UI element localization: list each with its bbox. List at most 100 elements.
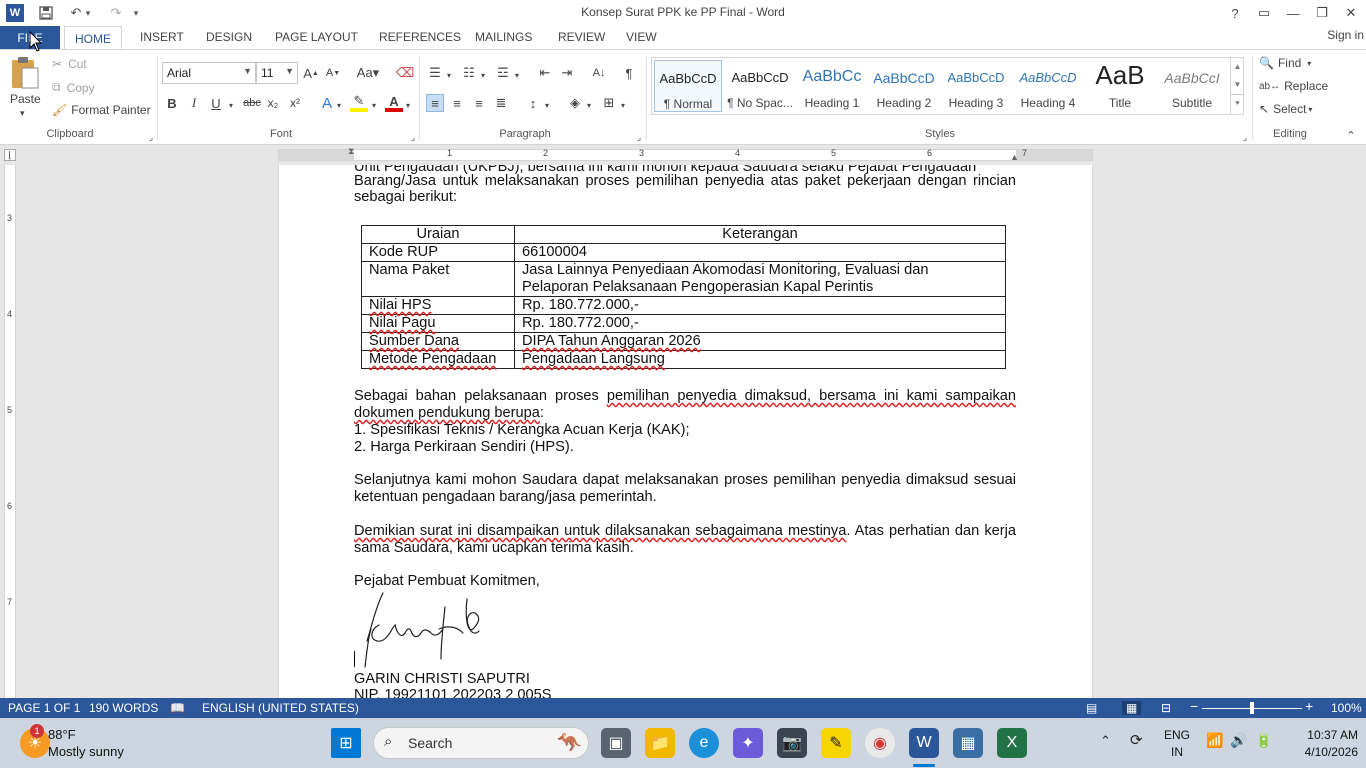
vertical-ruler[interactable]: 3 4 5 6 7 bbox=[0, 165, 18, 698]
tab-page-layout[interactable]: PAGE LAYOUT bbox=[275, 30, 358, 44]
start-windows-icon[interactable]: ⊞ bbox=[331, 728, 361, 758]
shading-icon[interactable]: ◈ bbox=[566, 94, 584, 112]
table-cell[interactable]: Rp. 180.772.000,- bbox=[514, 314, 1006, 333]
close-button[interactable]: ✕ bbox=[1336, 0, 1366, 26]
proofing-icon[interactable]: 📖 bbox=[170, 701, 185, 715]
table-cell[interactable]: DIPA Tahun Anggaran 2026 bbox=[514, 332, 1006, 351]
task-view-icon[interactable]: ▣ bbox=[601, 728, 631, 758]
align-center-icon[interactable]: ≡ bbox=[448, 94, 466, 112]
print-layout-icon[interactable]: ▦ bbox=[1122, 701, 1142, 715]
underline-dropdown-icon[interactable]: ▾ bbox=[226, 96, 236, 114]
zoom-slider-thumb[interactable] bbox=[1250, 702, 1254, 714]
multilevel-list-icon[interactable]: ☲ bbox=[494, 64, 512, 82]
strikethrough-icon[interactable]: abc bbox=[243, 94, 261, 112]
ribbon-display-options-icon[interactable]: ▭ bbox=[1249, 0, 1279, 26]
help-icon[interactable]: ? bbox=[1220, 0, 1250, 26]
table-cell[interactable]: Nilai HPS bbox=[361, 296, 515, 315]
shading-dropdown-icon[interactable]: ▾ bbox=[584, 96, 594, 114]
collapse-ribbon-icon[interactable]: ⌃ bbox=[1342, 126, 1360, 144]
signature-image[interactable] bbox=[361, 589, 501, 669]
table-cell[interactable]: Jasa Lainnya Penyediaan Akomodasi Monito… bbox=[514, 261, 1006, 297]
edge-browser-icon[interactable]: e bbox=[689, 728, 719, 758]
zoom-in-icon[interactable]: + bbox=[1305, 698, 1313, 714]
clock-time[interactable]: 10:37 AM bbox=[1288, 728, 1358, 742]
tab-references[interactable]: REFERENCES bbox=[379, 30, 461, 44]
line-spacing-icon[interactable]: ↕ bbox=[524, 94, 542, 112]
style-no-spacing[interactable]: AaBbCcD ¶ No Spac... bbox=[726, 60, 794, 112]
decrease-indent-icon[interactable]: ⇤ bbox=[536, 64, 554, 82]
italic-icon[interactable]: I bbox=[185, 94, 203, 112]
input-language-1[interactable]: ENG bbox=[1164, 728, 1190, 742]
document-page[interactable]: Unit Pengadaan (UKPBJ), bersama ini kami… bbox=[278, 165, 1093, 698]
multilevel-dropdown-icon[interactable]: ▾ bbox=[512, 66, 522, 84]
clear-formatting-icon[interactable]: ⌫ bbox=[396, 64, 414, 82]
input-language-2[interactable]: IN bbox=[1171, 745, 1183, 759]
table-cell[interactable]: 66100004 bbox=[514, 243, 1006, 262]
chrome-browser-icon[interactable]: ◉ bbox=[865, 728, 895, 758]
wifi-icon[interactable]: 📶 bbox=[1206, 732, 1223, 749]
tab-insert[interactable]: INSERT bbox=[140, 30, 184, 44]
tab-view[interactable]: VIEW bbox=[626, 30, 657, 44]
text-effects-dropdown-icon[interactable]: ▾ bbox=[334, 96, 344, 114]
document-area[interactable]: Unit Pengadaan (UKPBJ), bersama ini kami… bbox=[18, 165, 1366, 698]
paste-dropdown-icon[interactable]: ▾ bbox=[20, 108, 25, 119]
highlight-dropdown-icon[interactable]: ▾ bbox=[369, 96, 379, 114]
tab-home[interactable]: HOME bbox=[64, 26, 122, 51]
superscript-icon[interactable]: x² bbox=[286, 94, 304, 112]
tray-overflow-icon[interactable]: ⌃ bbox=[1100, 733, 1111, 749]
clock-date[interactable]: 4/10/2026 bbox=[1288, 745, 1358, 759]
style-heading-2[interactable]: AaBbCcD Heading 2 bbox=[870, 60, 938, 112]
table-cell[interactable]: Nama Paket bbox=[361, 261, 515, 297]
camera-icon[interactable]: 📷 bbox=[777, 728, 807, 758]
replace-button[interactable]: ab↔ Replace bbox=[1259, 79, 1328, 93]
file-explorer-icon[interactable]: 📁 bbox=[645, 728, 675, 758]
web-layout-icon[interactable]: ⊟ bbox=[1161, 701, 1171, 715]
style-normal[interactable]: AaBbCcD ¶ Normal bbox=[654, 60, 722, 112]
style-title[interactable]: AaB Title bbox=[1086, 60, 1154, 112]
font-name-combo[interactable]: Arial ▼ bbox=[162, 62, 256, 84]
align-left-icon[interactable]: ≡ bbox=[426, 94, 444, 112]
horizontal-ruler[interactable]: 1 2 3 4 5 6 7 ⧗ ▲ bbox=[278, 146, 1093, 162]
format-painter-button[interactable]: 🖌 Format Painter bbox=[52, 103, 151, 117]
page-count[interactable]: PAGE 1 OF 1 bbox=[8, 701, 80, 715]
change-case-icon[interactable]: Aa▾ bbox=[355, 64, 381, 82]
styles-up-icon[interactable]: ▲ bbox=[1231, 58, 1244, 76]
calculator-icon[interactable]: ▦ bbox=[953, 728, 983, 758]
language-indicator[interactable]: ENGLISH (UNITED STATES) bbox=[202, 701, 359, 715]
word-count[interactable]: 190 WORDS bbox=[89, 701, 158, 715]
table-cell[interactable]: Metode Pengadaan bbox=[361, 350, 515, 369]
numbering-icon[interactable]: ☷ bbox=[460, 64, 478, 82]
style-heading-3[interactable]: AaBbCcD Heading 3 bbox=[942, 60, 1010, 112]
tab-review[interactable]: REVIEW bbox=[558, 30, 605, 44]
subscript-icon[interactable]: x₂ bbox=[264, 94, 282, 112]
package-info-table[interactable]: Uraian Keterangan Kode RUP 66100004 Nama … bbox=[361, 225, 1006, 369]
borders-dropdown-icon[interactable]: ▾ bbox=[618, 96, 628, 114]
zoom-out-icon[interactable]: − bbox=[1190, 698, 1198, 714]
style-heading-4[interactable]: AaBbCcD Heading 4 bbox=[1014, 60, 1082, 112]
highlight-color-icon[interactable]: ✎ bbox=[350, 93, 368, 112]
copy-button[interactable]: ⧉ Copy bbox=[52, 80, 95, 95]
paste-label[interactable]: Paste bbox=[10, 92, 41, 106]
find-button[interactable]: 🔍 Find ▾ bbox=[1259, 56, 1311, 70]
table-cell[interactable]: Pengadaan Langsung bbox=[514, 350, 1006, 369]
table-cell[interactable]: Kode RUP bbox=[361, 243, 515, 262]
style-heading-1[interactable]: AaBbCc Heading 1 bbox=[798, 60, 866, 112]
sticky-notes-icon[interactable]: ✎ bbox=[821, 728, 851, 758]
table-cell[interactable]: Nilai Pagu bbox=[361, 314, 515, 333]
zoom-level[interactable]: 100% bbox=[1331, 701, 1362, 715]
read-mode-icon[interactable]: ▤ bbox=[1086, 701, 1097, 715]
cut-button[interactable]: ✂ Cut bbox=[52, 57, 87, 71]
styles-down-icon[interactable]: ▼ bbox=[1231, 76, 1244, 94]
shrink-font-icon[interactable]: A ▼ bbox=[324, 64, 342, 82]
table-cell[interactable]: Rp. 180.772.000,- bbox=[514, 296, 1006, 315]
weather-temp[interactable]: 88°F bbox=[48, 727, 76, 742]
sort-icon[interactable]: A↓ bbox=[590, 64, 608, 82]
align-right-icon[interactable]: ≡ bbox=[470, 94, 488, 112]
increase-indent-icon[interactable]: ⇥ bbox=[558, 64, 576, 82]
copilot-icon[interactable]: ✦ bbox=[733, 728, 763, 758]
bullets-icon[interactable]: ☰ bbox=[426, 64, 444, 82]
table-cell[interactable]: Sumber Dana bbox=[361, 332, 515, 351]
tab-mailings[interactable]: MAILINGS bbox=[475, 30, 532, 44]
font-size-combo[interactable]: 11 ▼ bbox=[256, 62, 298, 84]
line-spacing-dropdown-icon[interactable]: ▾ bbox=[542, 96, 552, 114]
